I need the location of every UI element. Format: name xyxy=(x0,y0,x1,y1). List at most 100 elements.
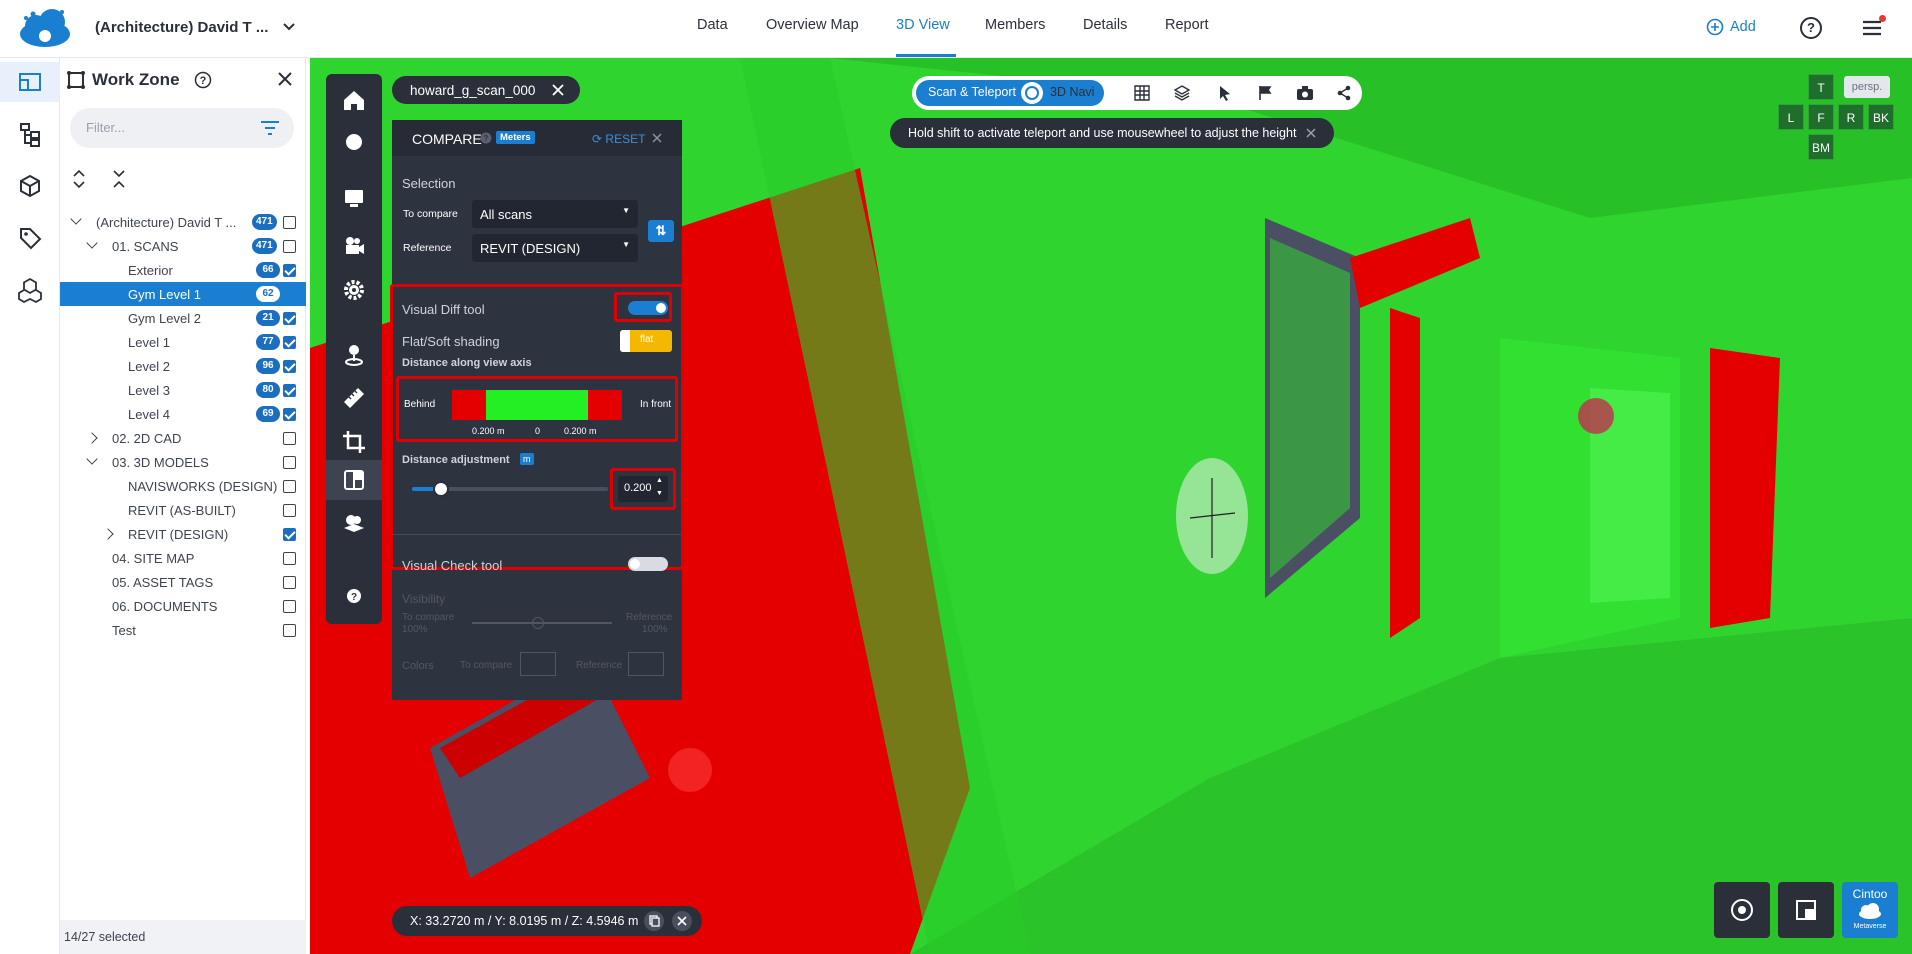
checkbox[interactable] xyxy=(283,480,296,493)
filter-icon[interactable] xyxy=(260,120,280,136)
pointer-icon[interactable] xyxy=(1218,85,1232,101)
checkbox[interactable] xyxy=(283,264,296,277)
checkbox[interactable] xyxy=(283,528,296,541)
tree-item-2d-cad[interactable]: 02. 2D CAD xyxy=(60,426,306,450)
expand-all-icon[interactable] xyxy=(72,170,86,188)
stepper-up-icon[interactable]: ▲ xyxy=(656,477,663,484)
ruler-icon[interactable] xyxy=(340,384,368,412)
minimap-button[interactable] xyxy=(1778,882,1834,938)
close-icon[interactable] xyxy=(672,911,692,931)
to-compare-color-swatch[interactable] xyxy=(520,652,556,676)
cube-icon[interactable] xyxy=(16,172,44,200)
perspective-toggle[interactable]: persp. xyxy=(1844,76,1890,98)
hamburger-menu-icon[interactable] xyxy=(1862,20,1882,36)
view-left[interactable]: L xyxy=(1778,104,1804,130)
add-button[interactable]: Add xyxy=(1706,18,1756,36)
checkbox[interactable] xyxy=(283,456,296,469)
checkbox[interactable] xyxy=(283,504,296,517)
nav-mode-scan-teleport[interactable]: Scan & Teleport xyxy=(928,85,1016,99)
orbit-icon[interactable] xyxy=(340,128,368,156)
flag-icon[interactable] xyxy=(1258,85,1272,101)
help-icon[interactable]: ? xyxy=(340,582,368,610)
checkbox[interactable] xyxy=(283,384,296,397)
scan-chip[interactable]: howard_g_scan_000 xyxy=(392,76,580,104)
copy-icon[interactable] xyxy=(644,911,664,931)
to-compare-select[interactable]: All scans ▼ xyxy=(472,200,638,228)
close-icon[interactable] xyxy=(552,84,564,96)
crop-icon[interactable] xyxy=(340,428,368,456)
checkbox[interactable] xyxy=(283,360,296,373)
tree-item-scans[interactable]: 01. SCANS 471 xyxy=(60,234,306,258)
home-icon[interactable] xyxy=(340,86,368,114)
checkbox[interactable] xyxy=(283,552,296,565)
share-icon[interactable] xyxy=(1336,85,1352,101)
caret-down-icon[interactable] xyxy=(86,453,98,465)
help-circle-icon[interactable]: ? xyxy=(194,71,212,89)
view-right[interactable]: R xyxy=(1838,104,1864,130)
view-bottom[interactable]: BM xyxy=(1808,134,1834,160)
video-camera-icon[interactable] xyxy=(340,232,368,260)
tree-item-exterior[interactable]: Exterior 66 xyxy=(60,258,306,282)
checkbox[interactable] xyxy=(283,216,296,229)
view-back[interactable]: BK xyxy=(1868,104,1894,130)
close-icon[interactable] xyxy=(652,133,662,143)
tree-item-site-map[interactable]: 04. SITE MAP xyxy=(60,546,306,570)
tab-3d-view[interactable]: 3D View xyxy=(896,17,950,33)
tab-members[interactable]: Members xyxy=(985,17,1045,33)
tab-data[interactable]: Data xyxy=(697,17,728,33)
caret-right-icon[interactable] xyxy=(102,528,114,540)
checkbox[interactable] xyxy=(283,576,296,589)
monitor-icon[interactable] xyxy=(340,184,368,212)
swap-button[interactable]: ⇅ xyxy=(648,220,674,242)
slider-knob[interactable] xyxy=(532,617,544,629)
tree-item-level-3[interactable]: Level 3 80 xyxy=(60,378,306,402)
tree-item-revit-design[interactable]: REVIT (DESIGN) xyxy=(60,522,306,546)
tree-item-asset-tags[interactable]: 05. ASSET TAGS xyxy=(60,570,306,594)
tree-item-revit-as-built[interactable]: REVIT (AS-BUILT) xyxy=(60,498,306,522)
checkbox[interactable] xyxy=(283,408,296,421)
checkbox[interactable] xyxy=(283,600,296,613)
models-icon[interactable] xyxy=(16,276,44,304)
settings-gear-icon[interactable] xyxy=(340,276,368,304)
nav-mode-3d-navi[interactable]: 3D Navi xyxy=(1050,85,1094,99)
layers-icon[interactable] xyxy=(1174,85,1190,101)
checkbox[interactable] xyxy=(283,312,296,325)
shading-toggle[interactable]: flat xyxy=(620,330,672,352)
close-icon[interactable] xyxy=(276,70,294,88)
tree-item-project[interactable]: (Architecture) David T ... 471 xyxy=(60,210,306,234)
cloud-layers-icon[interactable] xyxy=(340,510,368,538)
project-title[interactable]: (Architecture) David T ... xyxy=(95,19,268,36)
camera-icon[interactable] xyxy=(1296,85,1314,101)
distance-slider[interactable] xyxy=(412,481,608,497)
location-pin-icon[interactable] xyxy=(340,340,368,368)
tree-item-gym-level-2[interactable]: Gym Level 2 21 xyxy=(60,306,306,330)
tree-item-level-4[interactable]: Level 4 69 xyxy=(60,402,306,426)
touch-mode-button[interactable] xyxy=(1714,882,1770,938)
tree-item-test[interactable]: Test xyxy=(60,618,306,642)
tab-details[interactable]: Details xyxy=(1083,17,1127,33)
distance-value-input[interactable]: 0.200 ▲ ▼ xyxy=(618,476,668,502)
teleport-icon[interactable] xyxy=(1020,81,1044,105)
tree-item-level-1[interactable]: Level 1 77 xyxy=(60,330,306,354)
close-icon[interactable] xyxy=(1306,128,1316,138)
caret-down-icon[interactable] xyxy=(86,237,98,249)
tree-item-level-2[interactable]: Level 2 96 xyxy=(60,354,306,378)
tree-item-gym-level-1[interactable]: Gym Level 1 62 xyxy=(60,282,306,306)
filter-input[interactable]: Filter... xyxy=(70,108,294,148)
stepper-down-icon[interactable]: ▼ xyxy=(656,490,663,497)
collapse-all-icon[interactable] xyxy=(112,170,126,188)
caret-right-icon[interactable] xyxy=(86,432,98,444)
checkbox[interactable] xyxy=(283,432,296,445)
visual-diff-toggle[interactable] xyxy=(628,301,668,315)
tree-item-navisworks-design[interactable]: NAVISWORKS (DESIGN) xyxy=(60,474,306,498)
caret-down-icon[interactable] xyxy=(70,213,82,225)
workzone-icon[interactable] xyxy=(16,68,44,96)
checkbox[interactable] xyxy=(283,240,296,253)
tag-icon[interactable] xyxy=(16,224,44,252)
tree-item-3d-models[interactable]: 03. 3D MODELS xyxy=(60,450,306,474)
checkbox[interactable] xyxy=(283,624,296,637)
view-top[interactable]: T xyxy=(1808,74,1834,100)
tab-overview-map[interactable]: Overview Map xyxy=(766,17,859,33)
help-button[interactable]: ? xyxy=(1800,17,1822,39)
info-icon[interactable]: ? xyxy=(480,132,492,144)
